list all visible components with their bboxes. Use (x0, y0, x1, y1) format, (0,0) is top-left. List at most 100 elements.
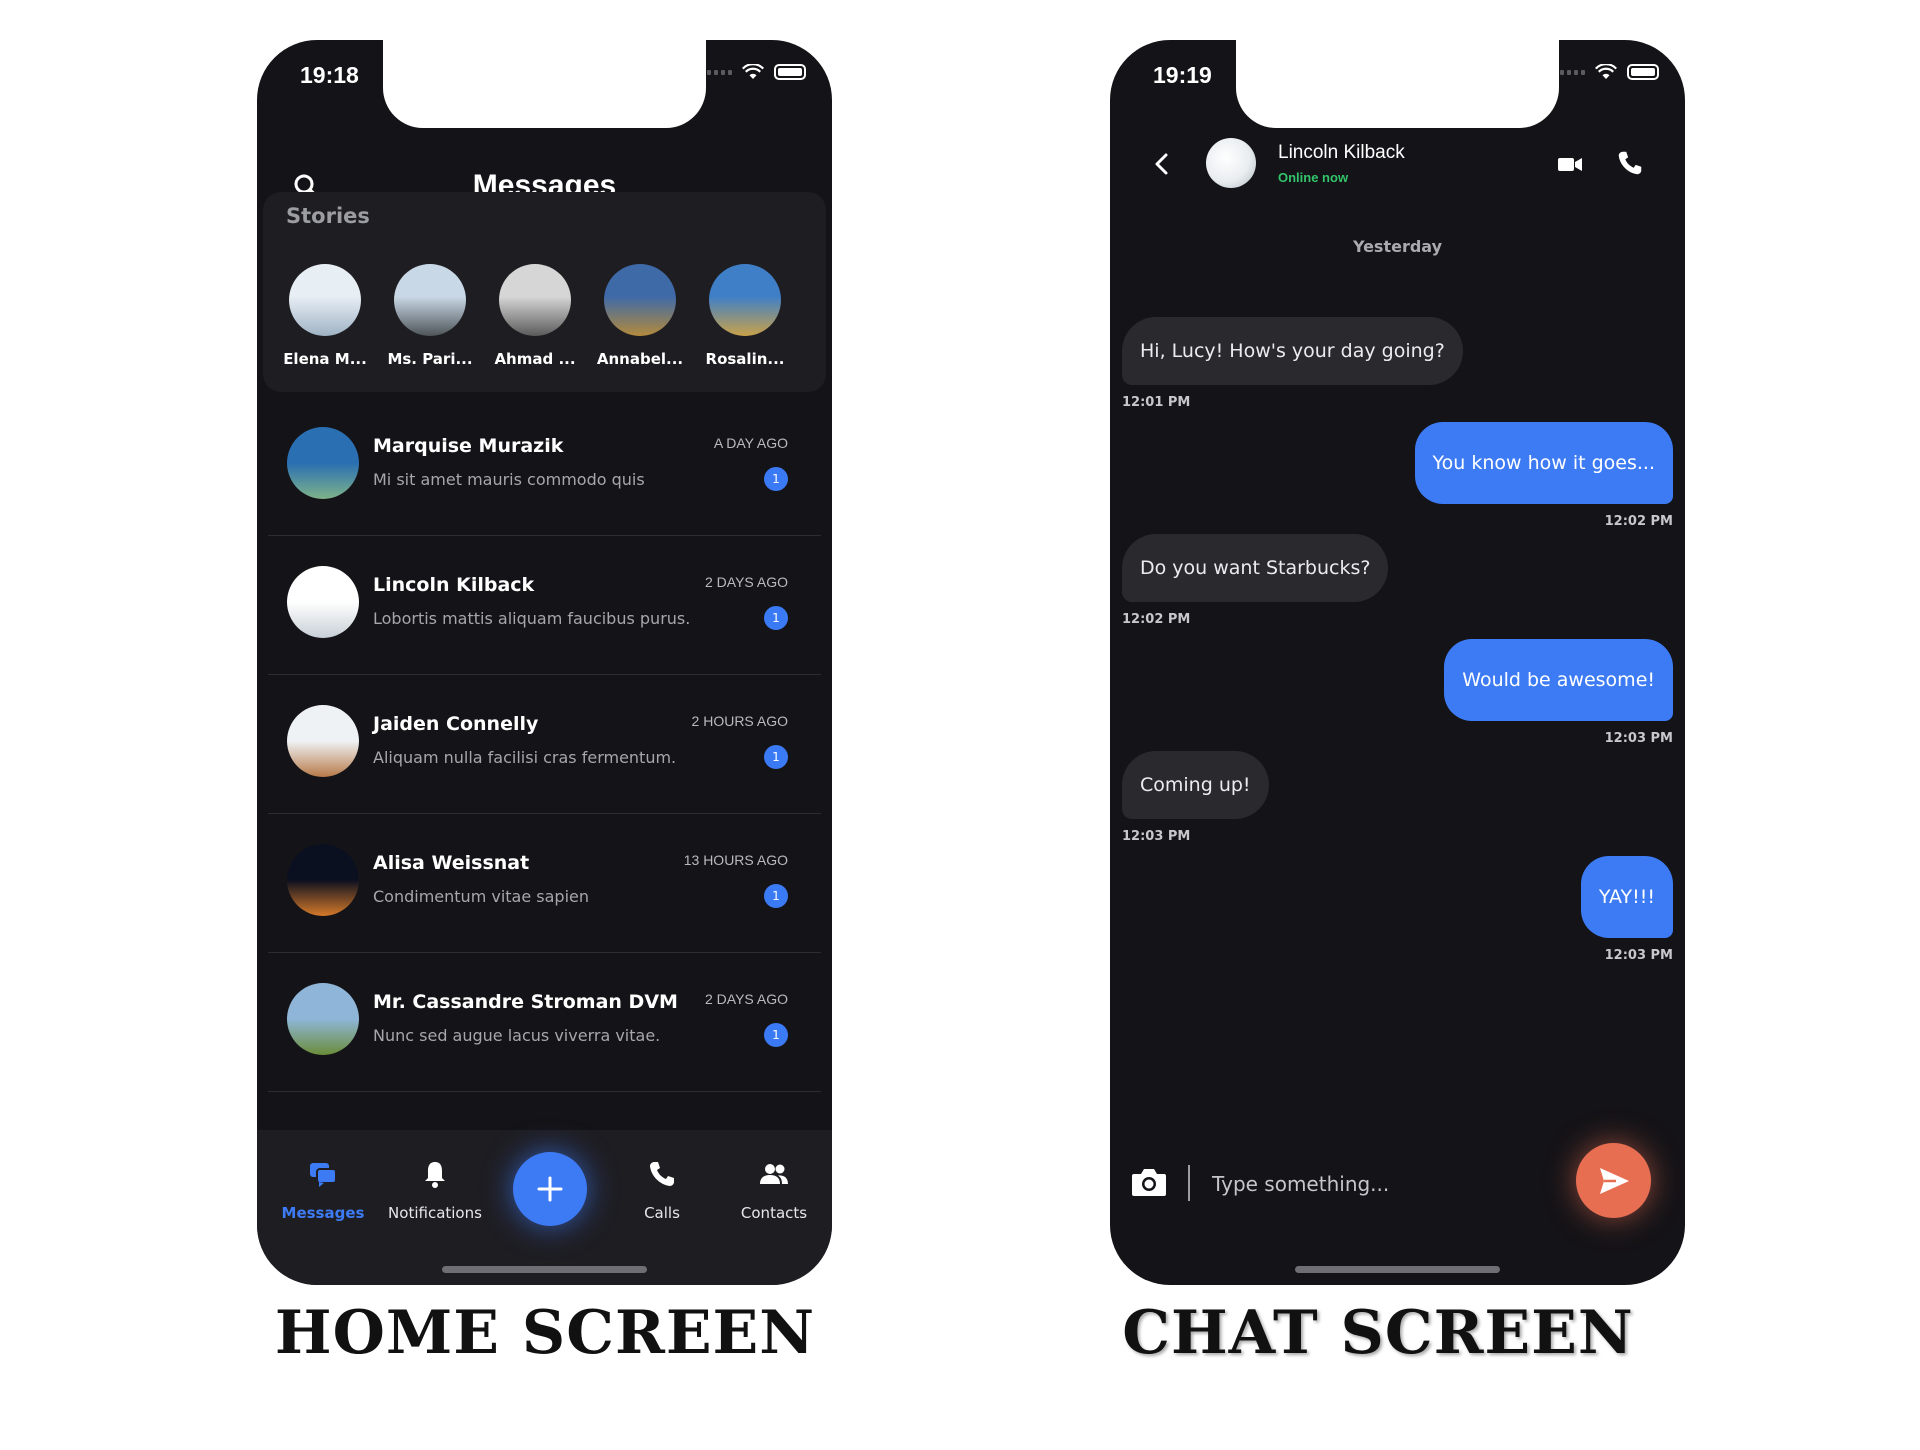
send-button[interactable] (1576, 1143, 1651, 1218)
tab-messages[interactable]: Messages (268, 1158, 378, 1222)
incoming-message[interactable]: Do you want Starbucks? (1122, 534, 1389, 602)
chat-time: 2 DAYS AGO (705, 574, 788, 590)
story-item[interactable]: Annabel... (590, 264, 690, 368)
composer-divider (1188, 1165, 1190, 1201)
chat-row[interactable]: Mr. Cassandre Stroman DVM Nunc sed augue … (268, 953, 821, 1092)
message-timestamp: 12:03 PM (1604, 731, 1673, 746)
tab-contacts[interactable]: Contacts (719, 1158, 829, 1222)
chat-avatar (287, 983, 359, 1055)
wifi-icon (1595, 64, 1617, 79)
message-timestamp: 12:02 PM (1122, 612, 1191, 627)
chat-row[interactable]: Jaiden Connelly Aliquam nulla facilisi cr… (268, 675, 821, 814)
chat-preview: Lobortis mattis aliquam faucibus purus. (373, 609, 691, 628)
contact-name[interactable]: Lincoln Kilback (1278, 142, 1405, 164)
message-timestamp: 12:01 PM (1122, 395, 1191, 410)
chat-name: Mr. Cassandre Stroman DVM (373, 991, 678, 1013)
chat-preview: Mi sit amet mauris commodo quis (373, 470, 645, 489)
incoming-message[interactable]: Coming up! (1122, 751, 1269, 819)
story-item[interactable]: Elena M... (275, 264, 375, 368)
battery-icon (1627, 64, 1659, 80)
chat-preview: Aliquam nulla facilisi cras fermentum. (373, 748, 677, 767)
chat-time: 2 HOURS AGO (691, 713, 788, 729)
story-avatar (499, 264, 571, 336)
chat-row[interactable]: Marquise Murazik Mi sit amet mauris commo… (268, 397, 821, 536)
message-input[interactable] (1210, 1161, 1544, 1207)
chat-header: Lincoln Kilback Online now (1110, 120, 1685, 210)
chat-avatar (287, 427, 359, 499)
story-name: Annabel... (596, 350, 684, 368)
stories-title: Stories (286, 204, 370, 228)
home-screen-phone: 19:18 Messages Stories Elena M... Ms. Par… (257, 40, 832, 1285)
chat-name: Jaiden Connelly (373, 713, 539, 735)
tab-calls[interactable]: Calls (607, 1158, 717, 1222)
chat-preview: Condimentum vitae sapien (373, 887, 590, 906)
story-avatar (289, 264, 361, 336)
tab-label: Notifications (388, 1204, 482, 1222)
people-icon (760, 1164, 788, 1184)
message-timestamp: 12:02 PM (1604, 514, 1673, 529)
story-item[interactable]: Rosalin... (695, 264, 795, 368)
video-call-icon[interactable] (1556, 150, 1584, 178)
message-timestamp: 12:03 PM (1604, 948, 1673, 963)
unread-badge: 1 (764, 467, 788, 491)
notch (1236, 40, 1559, 128)
status-icons (707, 64, 806, 80)
tab-bar: Messages Notifications Calls Contacts (257, 1130, 832, 1285)
tab-label: Calls (644, 1204, 680, 1222)
home-indicator (442, 1266, 647, 1273)
chat-name: Lincoln Kilback (373, 574, 535, 596)
unread-badge: 1 (764, 884, 788, 908)
unread-badge: 1 (764, 745, 788, 769)
status-time: 19:18 (300, 62, 359, 88)
chat-time: 2 DAYS AGO (705, 991, 788, 1007)
outgoing-message[interactable]: You know how it goes... (1414, 422, 1673, 504)
chat-preview: Nunc sed augue lacus viverra vitae. (373, 1026, 661, 1045)
tab-label: Contacts (740, 1204, 808, 1222)
home-screen-caption: HOME SCREEN (274, 1298, 816, 1368)
chat-row[interactable]: Lincoln Kilback Lobortis mattis aliquam f… (268, 536, 821, 675)
phone-call-icon[interactable] (1615, 148, 1645, 178)
story-name: Rosalin... (705, 350, 785, 368)
outgoing-message[interactable]: YAY!!! (1580, 856, 1673, 938)
notch (383, 40, 706, 128)
story-name: Ms. Pari... (387, 350, 473, 368)
chat-row[interactable]: Alisa Weissnat Condimentum vitae sapien 13… (268, 814, 821, 953)
story-avatar (709, 264, 781, 336)
chat-screen-caption: CHAT SCREEN (1122, 1298, 1634, 1368)
day-separator: Yesterday (1352, 237, 1443, 256)
back-arrow-icon[interactable] (1148, 150, 1176, 178)
contact-avatar[interactable] (1206, 138, 1256, 188)
home-indicator (1295, 1266, 1500, 1273)
plus-icon (537, 1176, 563, 1202)
chat-avatar (287, 844, 359, 916)
story-item[interactable]: Ahmad ... (485, 264, 585, 368)
wifi-icon (742, 64, 764, 79)
status-time: 19:19 (1153, 62, 1212, 88)
outgoing-message[interactable]: Would be awesome! (1444, 639, 1673, 721)
chat-avatar (287, 705, 359, 777)
tab-notifications[interactable]: Notifications (380, 1158, 490, 1222)
chat-time: A DAY AGO (713, 435, 788, 451)
send-icon (1599, 1167, 1629, 1194)
stories-section: Stories Elena M... Ms. Pari... Ahmad ... An… (263, 192, 826, 392)
story-avatar (394, 264, 466, 336)
story-item[interactable]: Ms. Pari... (380, 264, 480, 368)
incoming-message[interactable]: Hi, Lucy! How's your day going? (1122, 317, 1463, 385)
signal-icon (707, 69, 732, 75)
camera-icon[interactable] (1130, 1165, 1168, 1199)
new-message-button[interactable] (513, 1152, 587, 1226)
signal-icon (1560, 69, 1585, 75)
message-composer (1110, 1135, 1685, 1225)
tab-label: Messages (281, 1204, 365, 1222)
story-name: Elena M... (283, 350, 367, 368)
bell-icon (425, 1162, 445, 1188)
unread-badge: 1 (764, 1023, 788, 1047)
chat-bubbles-icon (310, 1163, 337, 1187)
chat-list: Marquise Murazik Mi sit amet mauris commo… (268, 397, 821, 1092)
phone-icon (650, 1162, 674, 1186)
chat-avatar (287, 566, 359, 638)
chat-screen-phone: 19:19 Lincoln Kilback Online now Yesterd… (1110, 40, 1685, 1285)
message-timestamp: 12:03 PM (1122, 829, 1191, 844)
battery-icon (774, 64, 806, 80)
unread-badge: 1 (764, 606, 788, 630)
